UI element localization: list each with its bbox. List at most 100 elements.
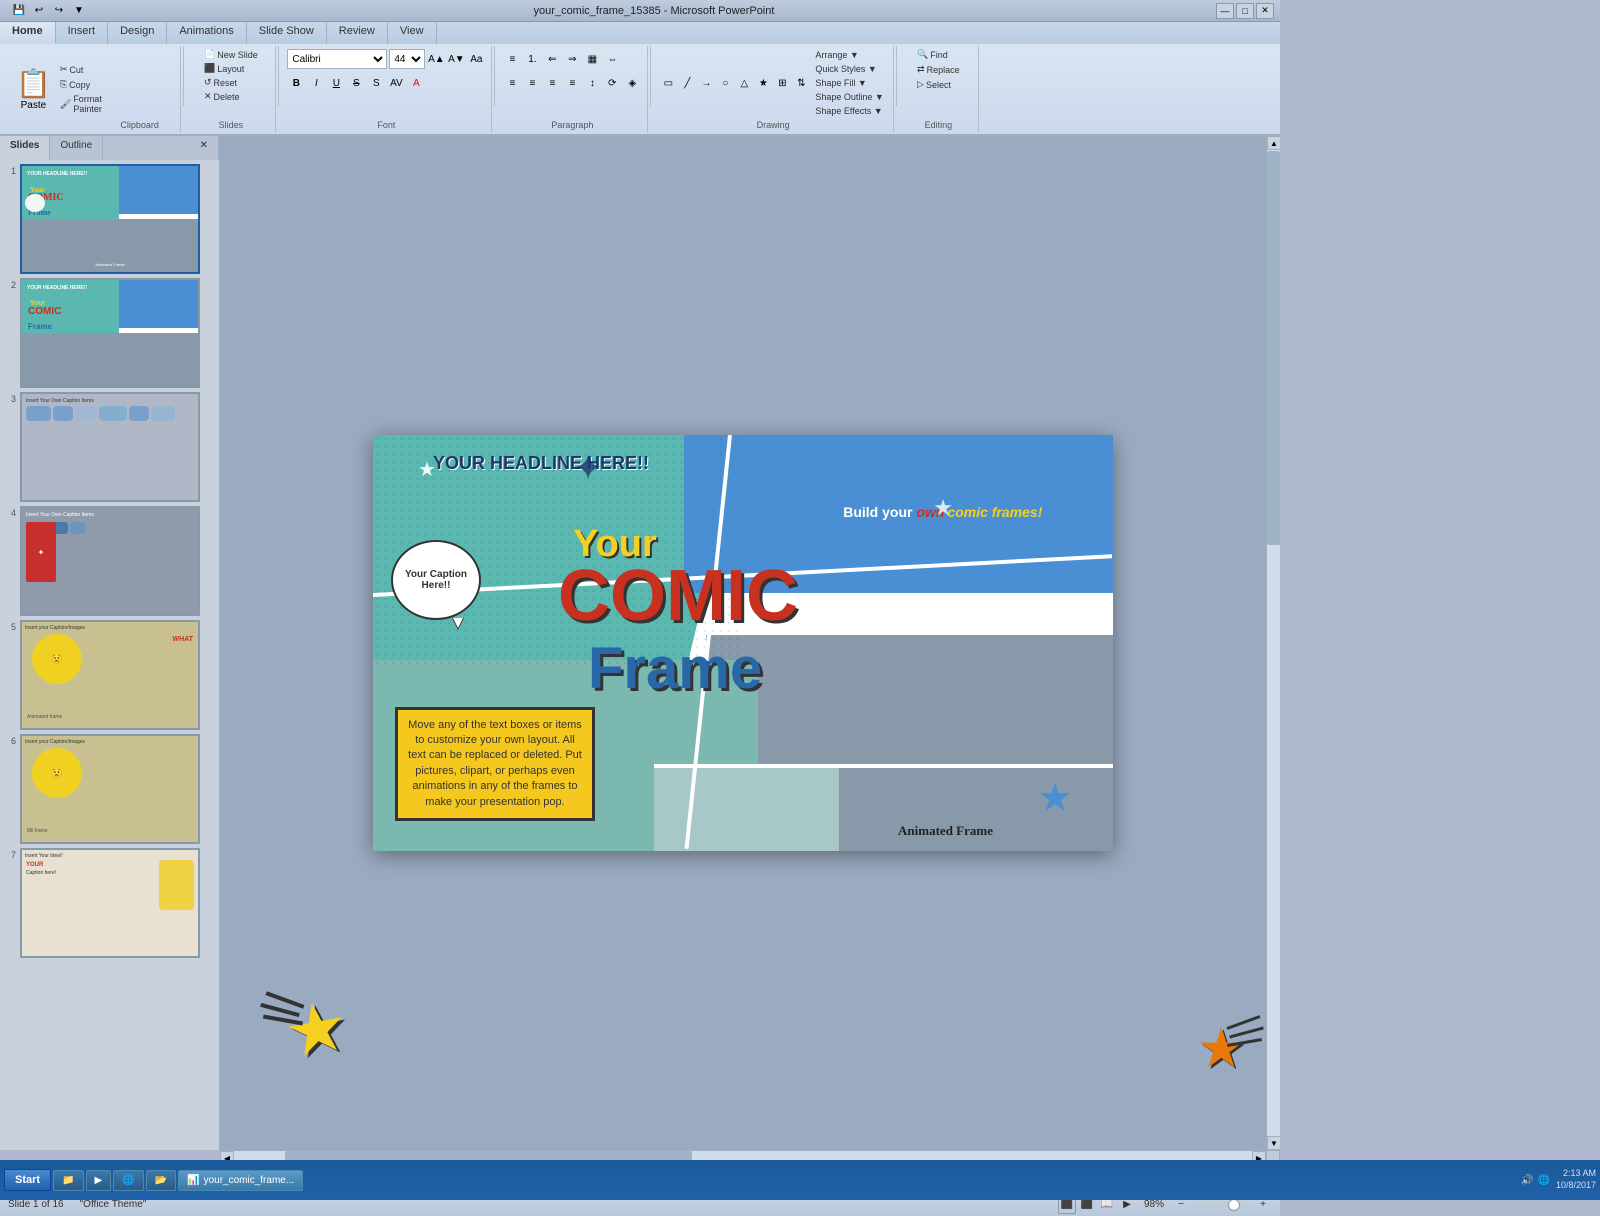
tab-insert[interactable]: Insert (56, 22, 109, 44)
decrease-font-button[interactable]: A▼ (447, 50, 465, 68)
tab-home[interactable]: Home (0, 22, 56, 44)
slide-item[interactable]: 4 Insert Your Own Caption Items ✦ (4, 506, 215, 616)
scroll-down-button[interactable]: ▼ (1267, 1136, 1280, 1150)
select-button[interactable]: ▷ Select (914, 78, 954, 91)
quick-styles-button[interactable]: Quick Styles ▼ (812, 63, 886, 75)
shape-effects-button[interactable]: Shape Effects ▼ (812, 105, 886, 117)
rtl-button[interactable]: ⇔ (603, 50, 621, 68)
reset-button[interactable]: ↺ Reset (201, 76, 240, 89)
close-panel-button[interactable]: ✕ (190, 136, 219, 160)
undo-button[interactable]: ↩ (30, 2, 48, 20)
shape-triangle[interactable]: △ (735, 74, 753, 92)
zoom-handle[interactable] (1228, 1199, 1240, 1211)
redo-button[interactable]: ↪ (50, 2, 68, 20)
taskbar-media[interactable]: ▶ (86, 1170, 112, 1191)
font-size-select[interactable]: 44 (389, 49, 425, 69)
shape-arrow[interactable]: → (697, 74, 715, 92)
tab-review[interactable]: Review (327, 22, 388, 44)
italic-button[interactable]: I (307, 74, 325, 92)
replace-button[interactable]: ⇄ Replace (914, 63, 963, 76)
decrease-indent-button[interactable]: ⇐ (543, 50, 561, 68)
font-color-button[interactable]: A (407, 74, 425, 92)
tab-design[interactable]: Design (108, 22, 167, 44)
taskbar-chrome[interactable]: 🌐 (113, 1170, 143, 1191)
tab-slideshow[interactable]: Slide Show (247, 22, 327, 44)
slide-thumbnail[interactable]: Insert Your Own Caption Items (20, 392, 200, 502)
taskbar-item-4[interactable]: 📂 (146, 1170, 176, 1191)
delete-button[interactable]: ✕ Delete (201, 90, 243, 103)
arrange-button[interactable]: ⇅ (792, 74, 810, 92)
canvas-area[interactable]: YOUR HEADLINE HERE!! ✦ ★ ★ Build your ow… (220, 136, 1266, 1150)
vertical-scrollbar[interactable]: ▲ ▼ (1266, 136, 1280, 1150)
shape-fill-button[interactable]: Shape Fill ▼ (812, 77, 886, 89)
zoom-track[interactable] (1192, 1202, 1252, 1208)
paste-button[interactable]: 📋 Paste (10, 65, 57, 113)
layout-button[interactable]: ⬛ Layout (201, 62, 247, 75)
format-painter-button[interactable]: 🖌 Format Painter (57, 93, 105, 115)
line-spacing-button[interactable]: ↕ (583, 74, 601, 92)
slide-item[interactable]: 1 YOUR HEADLINE HERE!! Your COMIC Frame … (4, 164, 215, 274)
spacing-button[interactable]: AV (387, 74, 405, 92)
taskbar-explorer[interactable]: 📁 (53, 1170, 83, 1191)
slide-thumbnail[interactable]: Insert Your Own Caption Items ✦ (20, 506, 200, 616)
taskbar-powerpoint[interactable]: 📊 your_comic_frame... (178, 1170, 303, 1191)
slide-thumbnail[interactable]: YOUR HEADLINE HERE!! Your COMIC Frame (20, 278, 200, 388)
slide-item[interactable]: 3 Insert Your Own Caption Items (4, 392, 215, 502)
tab-animations[interactable]: Animations (167, 22, 246, 44)
columns-button[interactable]: ▦ (583, 50, 601, 68)
scroll-up-button[interactable]: ▲ (1267, 136, 1280, 150)
customize-button[interactable]: ▼ (70, 2, 88, 20)
slide-thumbnail[interactable]: YOUR HEADLINE HERE!! Your COMIC Frame An… (20, 164, 200, 274)
tab-view[interactable]: View (388, 22, 437, 44)
shape-outline-button[interactable]: Shape Outline ▼ (812, 91, 886, 103)
align-left-button[interactable]: ≡ (503, 74, 521, 92)
new-slide-button[interactable]: 📄 New Slide (201, 48, 261, 61)
save-button[interactable]: 💾 (10, 2, 28, 20)
underline-button[interactable]: U (327, 74, 345, 92)
find-button[interactable]: 🔍 Find (914, 48, 951, 61)
text-direction-button[interactable]: ⟳ (603, 74, 621, 92)
numbering-button[interactable]: 1. (523, 50, 541, 68)
shape-line[interactable]: ╱ (678, 74, 696, 92)
shape-more[interactable]: ⊞ (773, 74, 791, 92)
shadow-button[interactable]: S (367, 74, 385, 92)
taskbar: Start 📁 ▶ 🌐 📂 📊 your_comic_frame... 🔊 🌐 … (0, 1160, 1600, 1200)
close-button[interactable]: ✕ (1256, 3, 1274, 19)
maximize-button[interactable]: □ (1236, 3, 1254, 19)
clear-format-button[interactable]: Aa (467, 50, 485, 68)
start-button[interactable]: Start (4, 1169, 51, 1191)
paragraph-label: Paragraph (551, 118, 593, 130)
font-family-select[interactable]: Calibri (287, 49, 387, 69)
copy-button[interactable]: ⎘ Copy (57, 78, 105, 91)
slide-thumbnail[interactable]: Insert your Caption/Images 😟 Mil frame (20, 734, 200, 844)
bullets-button[interactable]: ≡ (503, 50, 521, 68)
comic-slide[interactable]: YOUR HEADLINE HERE!! ✦ ★ ★ Build your ow… (373, 435, 1113, 851)
increase-indent-button[interactable]: ⇒ (563, 50, 581, 68)
justify-button[interactable]: ≡ (563, 74, 581, 92)
align-center-button[interactable]: ≡ (523, 74, 541, 92)
align-right-button[interactable]: ≡ (543, 74, 561, 92)
bold-button[interactable]: B (287, 74, 305, 92)
zoom-level: 98% (1144, 1199, 1164, 1210)
cut-button[interactable]: ✂ Cut (57, 63, 105, 76)
smartart-button[interactable]: ◈ (623, 74, 641, 92)
slides-tab[interactable]: Slides (0, 136, 50, 160)
scroll-track-v[interactable] (1267, 150, 1280, 1136)
slide-item[interactable]: 6 Insert your Caption/Images 😟 Mil frame (4, 734, 215, 844)
slide-item[interactable]: 5 Insert your Caption/Images 😟 Animated … (4, 620, 215, 730)
ribbon: Home Insert Design Animations Slide Show… (0, 22, 1280, 136)
arrange-menu-button[interactable]: Arrange ▼ (812, 49, 886, 61)
slide-item[interactable]: 2 YOUR HEADLINE HERE!! Your COMIC Frame (4, 278, 215, 388)
strikethrough-button[interactable]: S (347, 74, 365, 92)
shape-oval[interactable]: ○ (716, 74, 734, 92)
para-row-2: ≡ ≡ ≡ ≡ ↕ ⟳ ◈ (503, 72, 641, 94)
slide-item[interactable]: 7 Insert Your Idea!! YOUR Caption here! (4, 848, 215, 958)
increase-font-button[interactable]: A▲ (427, 50, 445, 68)
shape-rect[interactable]: ▭ (659, 74, 677, 92)
slide-thumbnail[interactable]: Insert Your Idea!! YOUR Caption here! (20, 848, 200, 958)
outline-tab[interactable]: Outline (50, 136, 103, 160)
scroll-thumb-v[interactable] (1267, 151, 1280, 545)
minimize-button[interactable]: — (1216, 3, 1234, 19)
shape-star[interactable]: ★ (754, 74, 772, 92)
slide-thumbnail[interactable]: Insert your Caption/Images 😟 Animated fr… (20, 620, 200, 730)
